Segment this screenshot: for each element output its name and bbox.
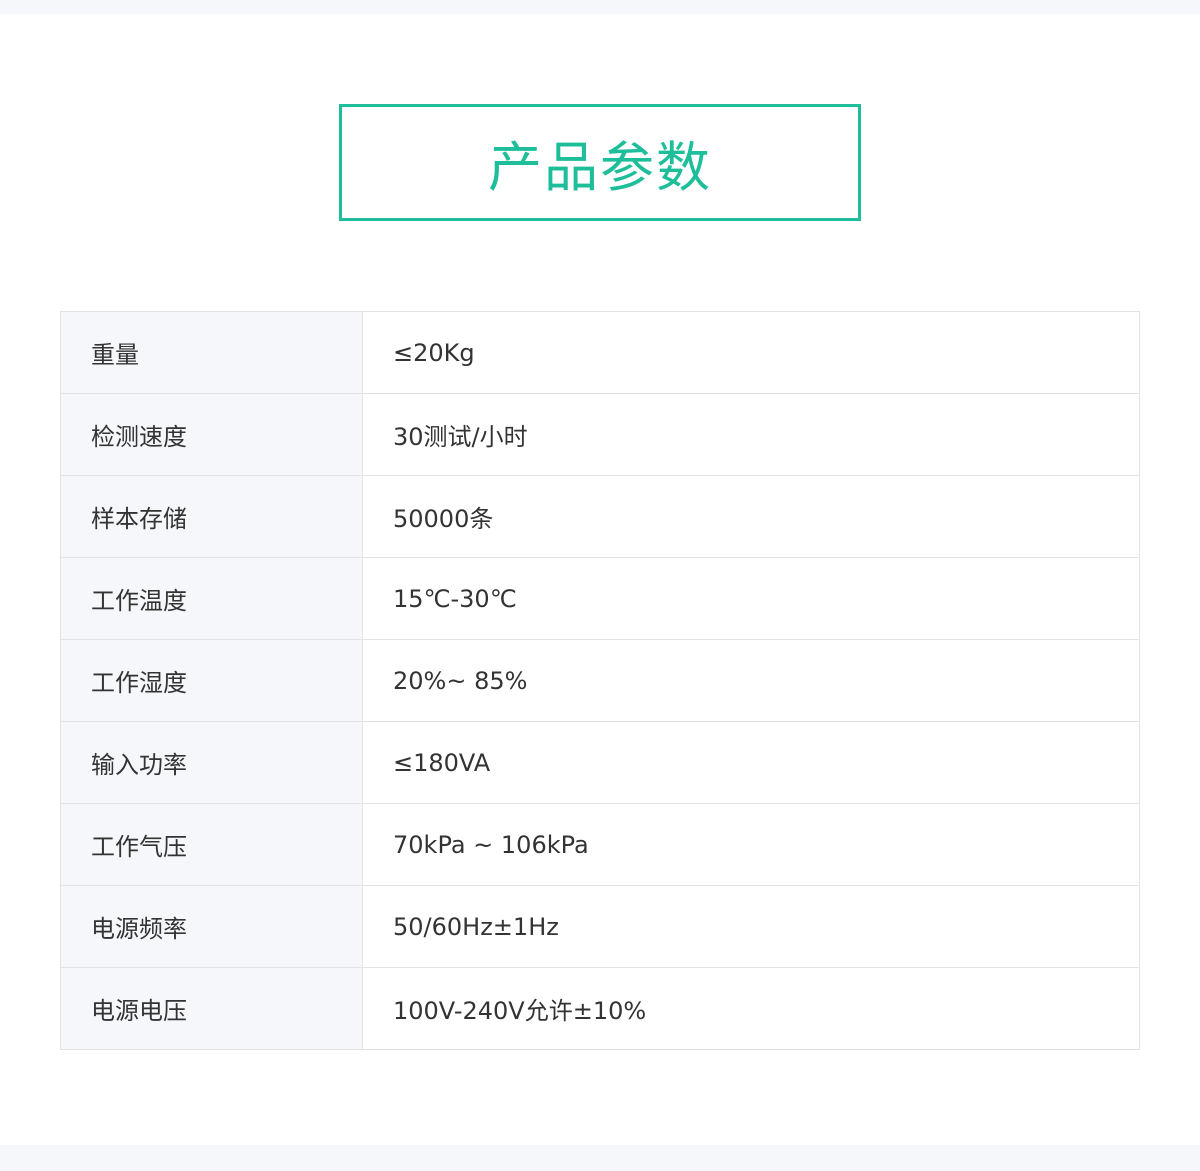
title-box: 产品参数 [339,104,861,221]
param-label: 工作温度 [60,557,363,640]
param-value: 50/60Hz±1Hz [362,885,1140,968]
table-row: 工作湿度 20%~ 85% [60,639,1140,722]
param-value: 20%~ 85% [362,639,1140,722]
table-row: 检测速度 30测试/小时 [60,393,1140,476]
param-label: 样本存储 [60,475,363,558]
param-value: 50000条 [362,475,1140,558]
param-label: 工作湿度 [60,639,363,722]
param-value: ≤180VA [362,721,1140,804]
table-row: 工作温度 15℃-30℃ [60,557,1140,640]
param-label: 工作气压 [60,803,363,886]
table-row: 电源频率 50/60Hz±1Hz [60,885,1140,968]
table-row: 重量 ≤20Kg [60,311,1140,394]
param-value: 15℃-30℃ [362,557,1140,640]
table-row: 输入功率 ≤180VA [60,721,1140,804]
param-value: 100V-240V允许±10% [362,967,1140,1050]
table-row: 电源电压 100V-240V允许±10% [60,967,1140,1050]
param-label: 重量 [60,311,363,394]
param-value: 30测试/小时 [362,393,1140,476]
param-label: 电源电压 [60,967,363,1050]
param-value: 70kPa ~ 106kPa [362,803,1140,886]
param-label: 输入功率 [60,721,363,804]
page-title: 产品参数 [488,136,712,199]
param-label: 电源频率 [60,885,363,968]
table-row: 工作气压 70kPa ~ 106kPa [60,803,1140,886]
param-label: 检测速度 [60,393,363,476]
product-params-page: 产品参数 重量 ≤20Kg 检测速度 30测试/小时 样本存储 50000条 工… [0,14,1200,1145]
params-table: 重量 ≤20Kg 检测速度 30测试/小时 样本存储 50000条 工作温度 1… [60,311,1140,1050]
table-row: 样本存储 50000条 [60,475,1140,558]
param-value: ≤20Kg [362,311,1140,394]
